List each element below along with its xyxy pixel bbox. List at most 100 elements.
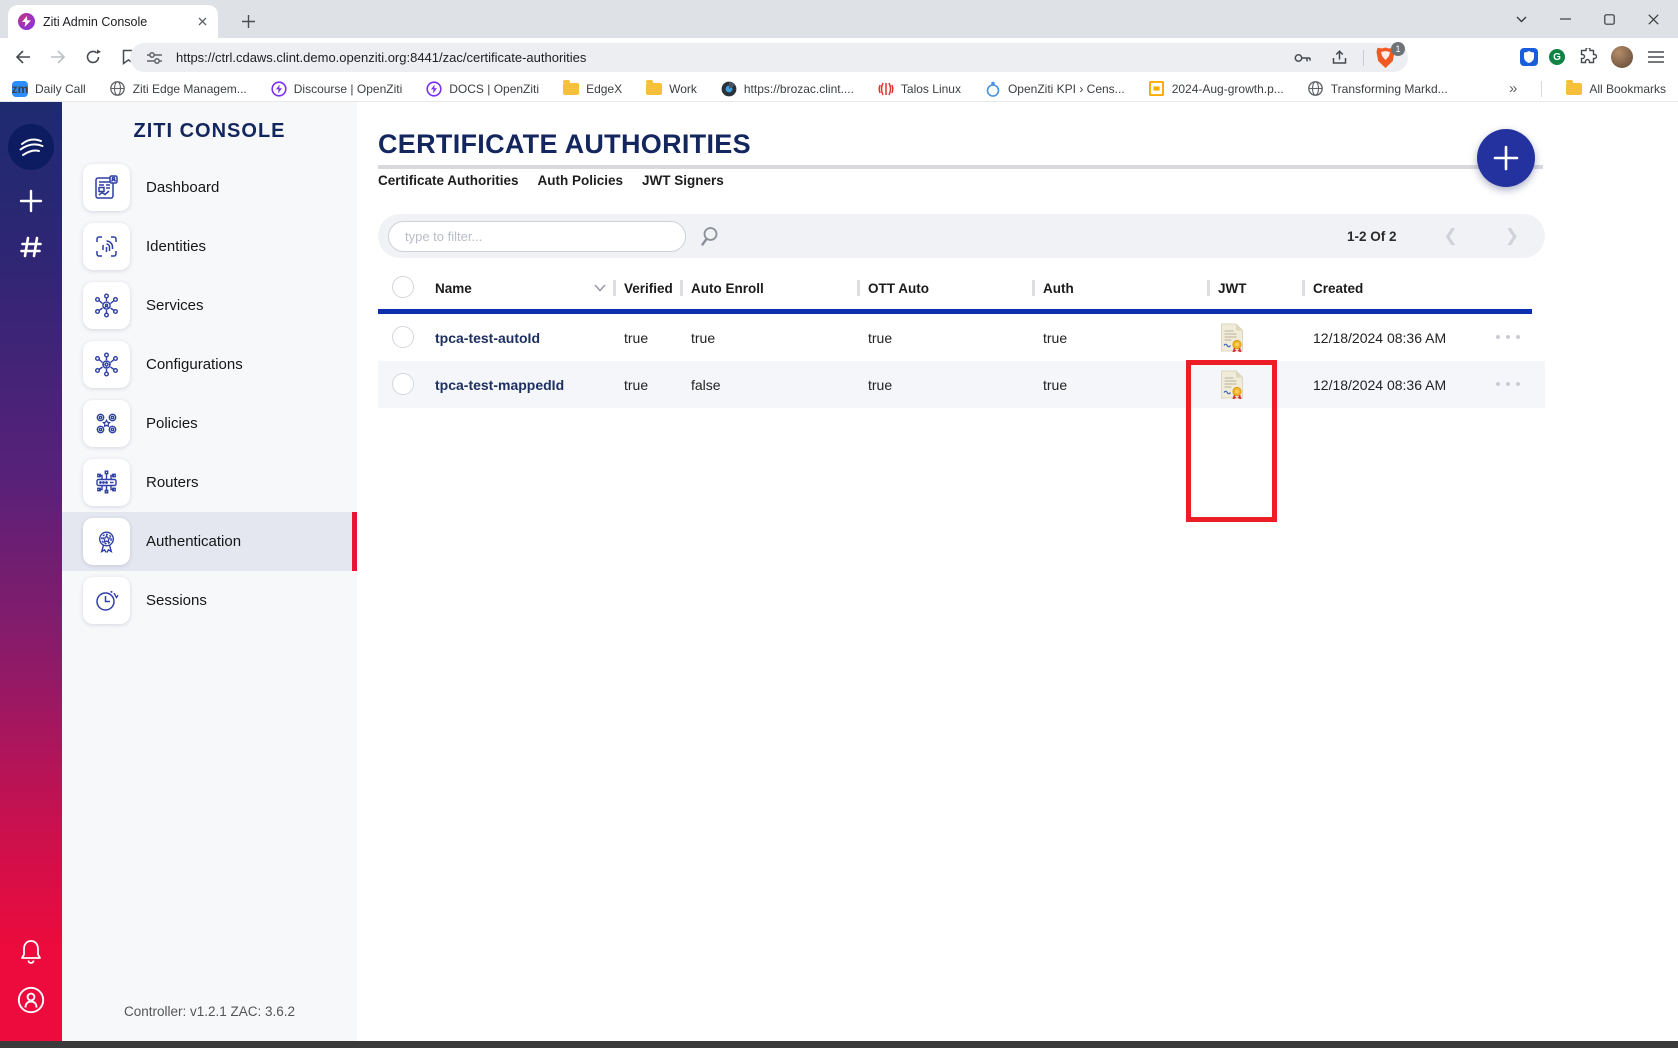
bookmark-label: Daily Call bbox=[35, 82, 86, 96]
prev-page-button[interactable]: ❮ bbox=[1444, 226, 1458, 246]
rail-add-button[interactable] bbox=[16, 186, 46, 216]
certificate-icon[interactable] bbox=[1220, 314, 1244, 361]
sidebar-item-policies[interactable]: Policies bbox=[62, 394, 357, 453]
profile-icon[interactable] bbox=[14, 983, 48, 1017]
sidebar-item-dashboard[interactable]: Dashboard bbox=[62, 158, 357, 217]
extension-area: G bbox=[1520, 38, 1668, 76]
column-ott-auto[interactable]: OTT Auto bbox=[868, 265, 929, 311]
shield-badge: 1 bbox=[1391, 42, 1405, 56]
bookmark-label: EdgeX bbox=[586, 82, 622, 96]
bookmark-discourse-openziti[interactable]: Discourse | OpenZiti bbox=[271, 81, 403, 97]
ca-name[interactable]: tpca-test-autoId bbox=[435, 314, 540, 361]
bookmark-label: Ziti Edge Managem... bbox=[133, 82, 247, 96]
sidebar-item-authentication[interactable]: Authentication bbox=[62, 512, 357, 571]
brave-shield-icon[interactable]: 1 bbox=[1376, 47, 1398, 69]
column-jwt[interactable]: JWT bbox=[1218, 265, 1247, 311]
new-tab-button[interactable] bbox=[238, 11, 258, 31]
all-bookmarks-label: All Bookmarks bbox=[1589, 82, 1666, 96]
ca-name[interactable]: tpca-test-mappedId bbox=[435, 361, 564, 408]
grammarly-icon[interactable]: G bbox=[1549, 49, 1565, 65]
bookmark-folder-edgex[interactable]: EdgeX bbox=[563, 82, 622, 96]
browser-tab[interactable]: Ziti Admin Console bbox=[8, 5, 218, 38]
cell-verified: true bbox=[624, 361, 648, 408]
notifications-bell-icon[interactable] bbox=[14, 935, 48, 969]
share-icon[interactable] bbox=[1327, 46, 1351, 70]
column-created[interactable]: Created bbox=[1313, 265, 1363, 311]
sidebar-item-configurations[interactable]: Configurations bbox=[62, 335, 357, 394]
row-actions-button[interactable] bbox=[1496, 382, 1520, 386]
app-brand: ZITI CONSOLE bbox=[62, 120, 357, 143]
bookmark-daily-call[interactable]: zm Daily Call bbox=[12, 81, 86, 97]
bookmark-docs-openziti[interactable]: DOCS | OpenZiti bbox=[426, 81, 539, 97]
minimize-button[interactable] bbox=[1556, 10, 1574, 28]
url-text[interactable]: https://ctrl.cdaws.clint.demo.openziti.o… bbox=[176, 50, 1291, 65]
browser-window: Ziti Admin Console bbox=[0, 0, 1678, 1048]
identities-icon bbox=[83, 223, 130, 270]
bookmark-brozac[interactable]: https://brozac.clint.... bbox=[721, 81, 854, 97]
sidebar-item-routers[interactable]: Routers bbox=[62, 453, 357, 512]
all-bookmarks-button[interactable]: All Bookmarks bbox=[1566, 82, 1666, 96]
bookmark-2024-aug-growth[interactable]: 2024-Aug-growth.p... bbox=[1149, 81, 1284, 97]
tab-auth-policies[interactable]: Auth Policies bbox=[538, 173, 624, 188]
zac-app: ZITI CONSOLE Dashboard Identities bbox=[0, 102, 1678, 1041]
password-key-icon[interactable] bbox=[1291, 46, 1315, 70]
tab-jwt-signers[interactable]: JWT Signers bbox=[642, 173, 724, 188]
cell-verified: true bbox=[624, 314, 648, 361]
filter-bar: 1-2 Of 2 ❮ ❯ bbox=[378, 214, 1545, 258]
table-row[interactable]: tpca-test-autoId true true true true 12/… bbox=[378, 314, 1545, 361]
table-row[interactable]: tpca-test-mappedId true false true true … bbox=[378, 361, 1545, 408]
column-auth[interactable]: Auth bbox=[1043, 265, 1074, 311]
tab-close-icon[interactable] bbox=[194, 14, 210, 30]
column-auto-enroll[interactable]: Auto Enroll bbox=[691, 265, 764, 311]
sidebar-item-label: Identities bbox=[146, 238, 206, 255]
add-ca-button[interactable] bbox=[1477, 129, 1535, 187]
select-all-checkbox[interactable] bbox=[392, 276, 414, 298]
pagination-count: 1-2 Of 2 bbox=[1347, 229, 1397, 244]
next-page-button[interactable]: ❯ bbox=[1505, 226, 1519, 246]
bookmark-talos-linux[interactable]: Talos Linux bbox=[878, 81, 961, 97]
column-verified[interactable]: Verified bbox=[624, 265, 673, 311]
tab-certificate-authorities[interactable]: Certificate Authorities bbox=[378, 173, 519, 188]
browser-menu-icon[interactable] bbox=[1644, 45, 1668, 69]
search-icon[interactable] bbox=[696, 223, 722, 249]
cell-auto-enroll: false bbox=[691, 361, 721, 408]
bookmark-transforming-markdown[interactable]: Transforming Markd... bbox=[1308, 81, 1448, 97]
globe-icon bbox=[110, 81, 126, 97]
certificate-icon[interactable] bbox=[1220, 361, 1244, 408]
tab-search-chevron-icon[interactable] bbox=[1512, 10, 1530, 28]
site-info-icon[interactable] bbox=[142, 46, 166, 70]
sidebar-item-label: Sessions bbox=[146, 592, 207, 609]
profile-avatar[interactable] bbox=[1611, 46, 1633, 68]
row-checkbox[interactable] bbox=[392, 373, 414, 395]
address-bar[interactable]: https://ctrl.cdaws.clint.demo.openziti.o… bbox=[130, 43, 1408, 72]
extensions-puzzle-icon[interactable] bbox=[1576, 45, 1600, 69]
filter-input[interactable] bbox=[388, 221, 686, 252]
bitwarden-icon[interactable] bbox=[1520, 48, 1538, 66]
cell-created: 12/18/2024 08:36 AM bbox=[1313, 361, 1446, 408]
bookmark-ziti-edge[interactable]: Ziti Edge Managem... bbox=[110, 81, 247, 97]
reload-button[interactable] bbox=[81, 45, 105, 69]
table-header: Name Verified Auto Enroll OTT Auto Auth … bbox=[378, 265, 1545, 311]
close-window-button[interactable] bbox=[1644, 10, 1662, 28]
sidebar-item-services[interactable]: Services bbox=[62, 276, 357, 335]
sort-chevron-icon[interactable] bbox=[594, 284, 606, 292]
maximize-button[interactable] bbox=[1600, 10, 1618, 28]
forward-button[interactable] bbox=[46, 45, 70, 69]
row-checkbox[interactable] bbox=[392, 326, 414, 348]
row-actions-button[interactable] bbox=[1496, 335, 1520, 339]
rail-hash-button[interactable] bbox=[16, 232, 46, 262]
ziti-logo-icon[interactable] bbox=[8, 124, 54, 170]
sessions-icon bbox=[83, 577, 130, 624]
bookmark-folder-work[interactable]: Work bbox=[646, 82, 697, 96]
sidebar-item-sessions[interactable]: Sessions bbox=[62, 571, 357, 630]
back-button[interactable] bbox=[11, 45, 35, 69]
column-name[interactable]: Name bbox=[435, 265, 472, 311]
cell-created: 12/18/2024 08:36 AM bbox=[1313, 314, 1446, 361]
cell-auth: true bbox=[1043, 361, 1067, 408]
bookmark-label: https://brozac.clint.... bbox=[744, 82, 854, 96]
bookmarks-overflow-button[interactable]: » bbox=[1509, 80, 1517, 97]
bookmark-openziti-kpi[interactable]: OpenZiti KPI › Cens... bbox=[985, 81, 1125, 97]
sidebar-item-identities[interactable]: Identities bbox=[62, 217, 357, 276]
column-divider bbox=[857, 280, 860, 296]
column-divider bbox=[680, 280, 683, 296]
